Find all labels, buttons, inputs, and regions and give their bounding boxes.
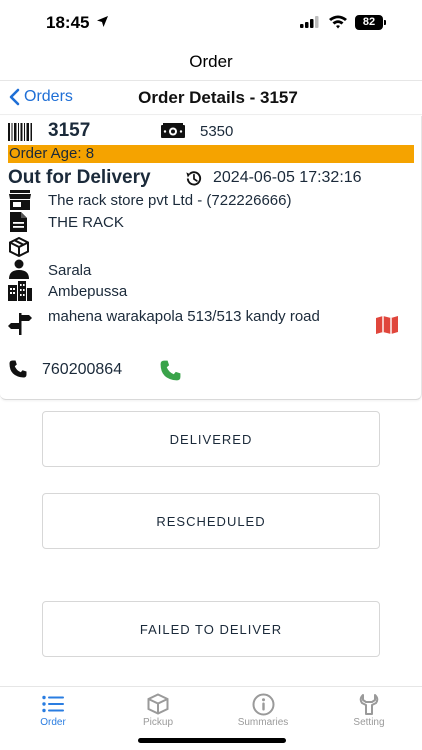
- order-note: THE RACK: [48, 214, 124, 231]
- battery-indicator: 82: [355, 15, 383, 30]
- map-icon[interactable]: [376, 316, 398, 334]
- tab-summaries-label: Summaries: [237, 717, 289, 728]
- order-age-bar: Order Age: 8: [8, 145, 414, 163]
- tab-pickup-label: Pickup: [142, 717, 173, 728]
- tab-pickup[interactable]: Pickup: [118, 691, 198, 728]
- customer-phone: 760200864: [42, 361, 123, 378]
- home-indicator: [138, 738, 286, 743]
- chevron-left-icon: [9, 88, 20, 106]
- phone-icon: [9, 360, 27, 378]
- info-icon: [252, 693, 274, 715]
- location-arrow-icon: [97, 16, 108, 27]
- order-details-card: 3157 5350 Order Age: 8 Out for Delivery …: [0, 116, 422, 400]
- wifi-icon: [329, 15, 347, 29]
- cellular-signal-icon: [300, 16, 319, 28]
- signpost-icon: [8, 313, 32, 335]
- city-icon: [8, 281, 32, 301]
- customer-address: mahena warakapola 513/513 kandy road: [48, 308, 320, 325]
- tab-setting-label: Setting: [353, 717, 385, 728]
- delivery-status: Out for Delivery: [8, 167, 151, 188]
- cash-icon: [161, 123, 185, 138]
- customer-name: Sarala: [48, 262, 92, 279]
- status-time: 18:45: [46, 13, 90, 32]
- back-button-label: Orders: [24, 88, 73, 105]
- box-icon: [147, 693, 169, 715]
- tab-order[interactable]: Order: [13, 691, 93, 728]
- history-icon: [186, 171, 202, 186]
- call-icon[interactable]: [160, 360, 181, 381]
- sub-header: Order Details - 3157 Orders: [0, 81, 422, 115]
- document-icon: [10, 212, 27, 232]
- tab-order-label: Order: [40, 717, 66, 728]
- person-icon: [9, 259, 29, 279]
- failed-to-deliver-button[interactable]: FAILED TO DELIVER: [42, 601, 380, 657]
- customer-city: Ambepussa: [48, 283, 128, 300]
- rescheduled-button[interactable]: RESCHEDULED: [42, 493, 380, 549]
- wrench-icon: [359, 694, 379, 715]
- tab-summaries[interactable]: Summaries: [223, 691, 303, 728]
- back-button[interactable]: Orders: [8, 88, 73, 106]
- nav-title: Order: [189, 52, 233, 71]
- barcode-icon: [8, 123, 32, 141]
- cash-amount: 5350: [200, 123, 234, 140]
- delivered-button[interactable]: DELIVERED: [42, 411, 380, 467]
- package-icon: [9, 237, 29, 257]
- battery-tip: [384, 20, 386, 25]
- status-bar: 18:45 82: [0, 0, 422, 44]
- list-icon: [42, 695, 64, 713]
- tab-setting[interactable]: Setting: [329, 691, 409, 728]
- order-id: 3157: [48, 120, 91, 141]
- status-timestamp: 2024-06-05 17:32:16: [213, 169, 362, 186]
- store-icon: [9, 190, 31, 210]
- store-name: The rack store pvt Ltd - (722226666): [48, 192, 292, 209]
